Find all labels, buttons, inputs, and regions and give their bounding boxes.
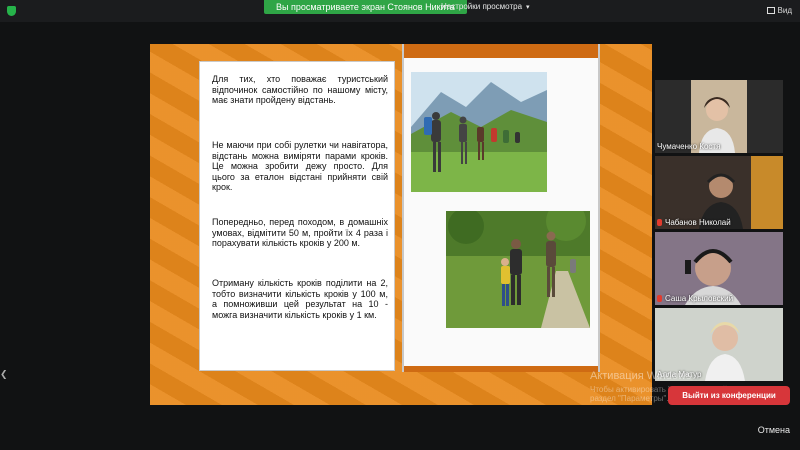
slide-paragraph: Отриману кількість кроків поділити на 2,…	[212, 278, 388, 320]
viewing-screen-banner: Вы просматриваете экран Стоянов Никита	[264, 0, 467, 14]
participant-name-label: Чабанов Николай	[657, 218, 731, 227]
shield-icon[interactable]	[7, 6, 16, 16]
family-hike-photo	[446, 211, 590, 328]
view-button-label: Вид	[777, 6, 792, 15]
participant-video-tile[interactable]: Чабанов Николай	[655, 156, 783, 229]
participant-name-label: Саша Крыловский	[657, 294, 733, 303]
view-options-dropdown[interactable]: Настройки просмотра ▾	[441, 1, 530, 13]
muted-microphone-icon	[657, 219, 662, 226]
cancel-button[interactable]: Отмена	[758, 425, 790, 435]
chevron-left-icon[interactable]: ❮	[0, 364, 10, 384]
leave-meeting-button[interactable]: Выйти из конференции	[668, 386, 790, 405]
top-bar: Вы просматриваете экран Стоянов Никита Н…	[0, 0, 800, 22]
participant-name-label: Чумаченко Костя	[657, 142, 721, 151]
chevron-down-icon: ▾	[526, 4, 530, 11]
slide-paragraph: Для тих, хто поважає туристський відпочи…	[212, 74, 388, 106]
windows-activation-title: Активация Windows	[590, 370, 692, 382]
grid-icon	[766, 7, 775, 14]
slide-text-panel: Для тих, хто поважає туристський відпочи…	[199, 61, 395, 371]
view-button[interactable]: Вид	[766, 6, 792, 15]
participant-video-tile[interactable]: Саша Крыловский	[655, 232, 783, 305]
slide-image-panel	[402, 44, 600, 372]
hikers-photo	[411, 72, 547, 192]
shared-screen: Для тих, хто поважає туристський відпочи…	[150, 44, 652, 405]
participant-video-tile[interactable]: Чумаченко Костя	[655, 80, 783, 153]
decorative-bar	[404, 44, 598, 58]
slide-paragraph: Не маючи при собі рулетки чи навігатора,…	[212, 140, 388, 193]
slide-paragraph: Попередньо, перед походом, в домашніх ум…	[212, 217, 388, 249]
muted-microphone-icon	[657, 295, 662, 302]
decorative-bar	[404, 366, 598, 372]
view-options-label: Настройки просмотра	[441, 2, 523, 11]
